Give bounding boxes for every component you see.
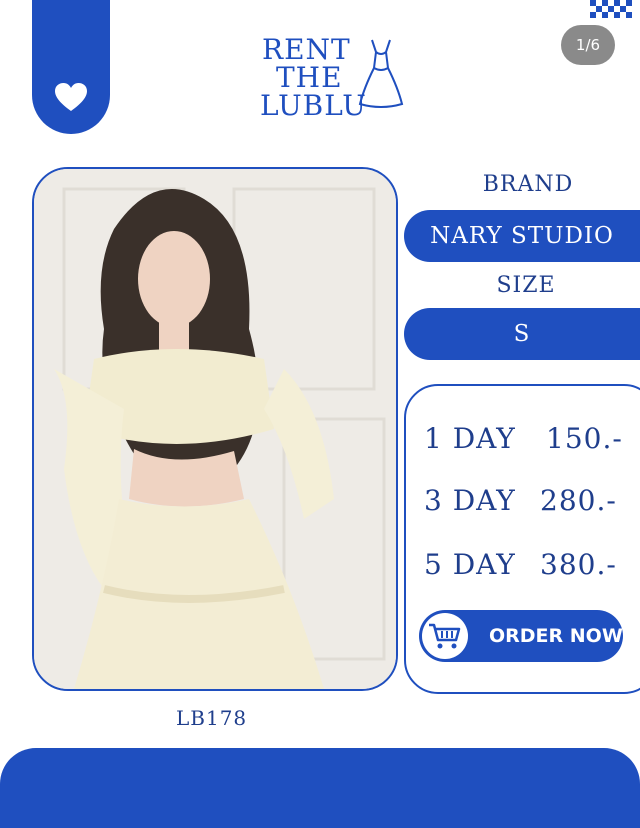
price-value: 280.- xyxy=(540,484,617,517)
price-duration: 1 DAY xyxy=(424,422,516,455)
checker-decoration xyxy=(590,0,632,18)
dress-icon xyxy=(358,39,404,108)
price-row-5: 5 DAY 380.- xyxy=(424,548,617,581)
product-photo xyxy=(32,167,398,691)
brand-label: BRAND xyxy=(482,172,574,197)
price-duration: 3 DAY xyxy=(424,484,516,517)
logo-line-1: RENT xyxy=(262,33,351,66)
favorite-button[interactable] xyxy=(32,0,110,134)
footer-bar xyxy=(0,748,640,828)
order-now-button[interactable]: ORDER NOW xyxy=(419,610,623,662)
order-now-label: ORDER NOW xyxy=(489,625,623,647)
image-counter: 1/6 xyxy=(561,25,615,65)
price-value: 150.- xyxy=(546,422,623,455)
size-label: SIZE xyxy=(496,273,556,298)
logo-line-2: THE xyxy=(276,61,343,94)
cart-icon-wrap xyxy=(422,613,468,659)
price-value: 380.- xyxy=(540,548,617,581)
logo-line-3: LUBLU xyxy=(260,89,367,122)
product-code: LB178 xyxy=(176,706,248,730)
size-value: S xyxy=(404,308,640,360)
heart-icon xyxy=(55,83,87,111)
price-duration: 5 DAY xyxy=(424,548,516,581)
cart-icon xyxy=(429,623,461,649)
price-row-3: 3 DAY 280.- xyxy=(424,484,617,517)
brand-logo: RENT THE LUBLU xyxy=(258,36,408,122)
brand-value: NARY STUDIO xyxy=(404,210,640,262)
price-row-1: 1 DAY 150.- xyxy=(424,422,623,455)
